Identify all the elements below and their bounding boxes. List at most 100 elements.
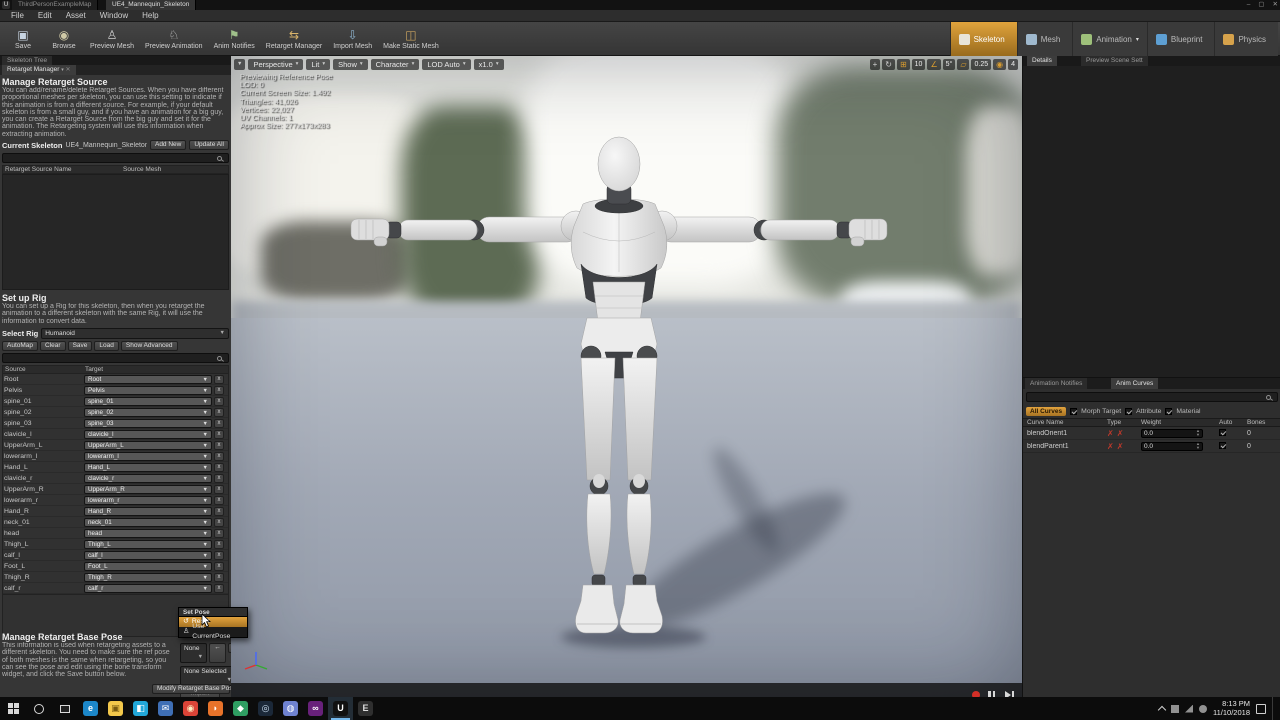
taskbar-app-button[interactable]: ∞ xyxy=(303,697,328,720)
translate-gizmo-icon[interactable]: + xyxy=(870,59,881,70)
bone-target-dropdown[interactable]: neck_01 ▼ xyxy=(84,518,212,527)
toolbar-button[interactable]: ⇆ Retarget Manager xyxy=(262,23,326,55)
viewport-dropdown-button[interactable]: LOD Auto ▾ xyxy=(422,59,470,70)
pose-back-button[interactable]: ← xyxy=(209,643,226,663)
rig-action-button[interactable]: AutoMap xyxy=(2,341,38,351)
morph-target-checkbox[interactable] xyxy=(1070,408,1077,415)
taskbar-app-button[interactable]: ✉ xyxy=(153,697,178,720)
menu-item[interactable]: Window xyxy=(93,10,135,22)
editor-mode-button[interactable]: Physics xyxy=(1214,22,1278,56)
battery-icon[interactable] xyxy=(1171,705,1179,713)
start-button[interactable] xyxy=(0,697,26,720)
clear-mapping-button[interactable]: x xyxy=(214,573,224,582)
tab-details[interactable]: Details xyxy=(1027,56,1057,66)
bone-target-dropdown[interactable]: Thigh_L ▼ xyxy=(84,540,212,549)
clear-mapping-button[interactable]: x xyxy=(214,529,224,538)
asset-tab-skeleton[interactable]: UE4_Mannequin_Skeleton xyxy=(106,0,196,10)
bone-target-dropdown[interactable]: spine_03 ▼ xyxy=(84,419,212,428)
bone-target-dropdown[interactable]: Thigh_R ▼ xyxy=(84,573,212,582)
clear-mapping-button[interactable]: x xyxy=(214,540,224,549)
curve-weight-input[interactable]: 0.0▲▼ xyxy=(1141,442,1203,451)
clear-mapping-button[interactable]: x xyxy=(214,441,224,450)
bone-target-dropdown[interactable]: calf_r ▼ xyxy=(84,584,212,593)
add-new-button[interactable]: Add New xyxy=(150,140,186,150)
taskbar-app-button[interactable]: e xyxy=(78,697,103,720)
toolbar-button[interactable]: ◉ Browse xyxy=(45,23,83,55)
tab-preview-scene-settings[interactable]: Preview Scene Sett xyxy=(1081,56,1148,66)
update-all-button[interactable]: Update All xyxy=(189,140,229,150)
task-view-button[interactable] xyxy=(52,697,78,720)
pose-dropdown[interactable]: None▼ xyxy=(180,643,207,663)
clear-mapping-button[interactable]: x xyxy=(214,452,224,461)
rotation-snap-icon[interactable]: ∠ xyxy=(927,59,940,70)
bone-target-dropdown[interactable]: head ▼ xyxy=(84,529,212,538)
viewport-dropdown-button[interactable]: x1.0 ▾ xyxy=(474,59,504,70)
tab-retarget-manager[interactable]: Retarget Manager ▾ ✕ xyxy=(2,65,76,75)
toolbar-button[interactable]: ▣ Save xyxy=(4,23,42,55)
taskbar-app-button[interactable]: ◆ xyxy=(228,697,253,720)
curve-row[interactable]: blendOrient1 ✗✗ 0.0▲▼ 0 xyxy=(1023,427,1280,440)
asset-tab-map[interactable]: ThirdPersonExampleMap xyxy=(12,0,98,10)
curve-weight-input[interactable]: 0.0▲▼ xyxy=(1141,429,1203,438)
viewport-dropdown-button[interactable]: Lit ▾ xyxy=(306,59,330,70)
retarget-source-search-input[interactable] xyxy=(2,153,229,163)
clear-mapping-button[interactable]: x xyxy=(214,518,224,527)
action-center-icon[interactable] xyxy=(1256,704,1266,714)
cortana-search-button[interactable] xyxy=(26,697,52,720)
clear-mapping-button[interactable]: x xyxy=(214,397,224,406)
curve-row[interactable]: blendParent1 ✗✗ 0.0▲▼ 0 xyxy=(1023,440,1280,453)
bone-target-dropdown[interactable]: UpperArm_L ▼ xyxy=(84,441,212,450)
taskbar-app-button[interactable]: ▣ xyxy=(103,697,128,720)
toolbar-button[interactable]: ◫ Make Static Mesh xyxy=(379,23,443,55)
network-icon[interactable] xyxy=(1185,705,1193,713)
bone-target-dropdown[interactable]: lowerarm_r ▼ xyxy=(84,496,212,505)
clear-mapping-button[interactable]: x xyxy=(214,419,224,428)
viewport-dropdown-button[interactable]: Character ▾ xyxy=(371,59,420,70)
auto-checkbox[interactable] xyxy=(1219,442,1226,449)
bone-target-dropdown[interactable]: clavicle_r ▼ xyxy=(84,474,212,483)
bone-target-dropdown[interactable]: spine_02 ▼ xyxy=(84,408,212,417)
taskbar-clock[interactable]: 8:13 PM 11/10/2018 xyxy=(1213,700,1250,717)
maximize-button[interactable]: ▢ xyxy=(1258,0,1264,10)
clear-mapping-button[interactable]: x xyxy=(214,463,224,472)
scale-snap-value[interactable]: 0.25 xyxy=(971,59,991,70)
toolbar-button[interactable]: ⚑ Anim Notifies xyxy=(210,23,259,55)
attribute-checkbox[interactable] xyxy=(1125,408,1132,415)
step-forward-button[interactable] xyxy=(1005,686,1014,697)
menu-item[interactable]: File xyxy=(4,10,31,22)
clear-mapping-button[interactable]: x xyxy=(214,584,224,593)
volume-icon[interactable] xyxy=(1199,705,1207,713)
auto-checkbox[interactable] xyxy=(1219,429,1226,436)
all-curves-filter-button[interactable]: All Curves xyxy=(1026,407,1066,416)
menu-item[interactable]: Edit xyxy=(31,10,59,22)
clear-mapping-button[interactable]: x xyxy=(214,496,224,505)
bone-target-dropdown[interactable]: calf_l ▼ xyxy=(84,551,212,560)
pause-button[interactable] xyxy=(988,686,997,697)
viewport-dropdown-button[interactable]: Perspective ▾ xyxy=(248,59,303,70)
grid-snap-value[interactable]: 10 xyxy=(912,59,926,70)
editor-mode-button[interactable]: Animation ▾ xyxy=(1072,22,1147,56)
3d-viewport[interactable]: ▼ Perspective ▾ Lit ▾ xyxy=(231,56,1022,697)
tab-animation-notifies[interactable]: Animation Notifies xyxy=(1025,378,1087,389)
rotation-snap-value[interactable]: 5° xyxy=(943,59,956,70)
tab-anim-curves[interactable]: Anim Curves xyxy=(1111,378,1158,389)
tab-close-icon[interactable]: ✕ xyxy=(66,67,71,73)
bone-target-dropdown[interactable]: Foot_L ▼ xyxy=(84,562,212,571)
select-rig-dropdown[interactable]: Humanoid▼ xyxy=(41,328,229,339)
clear-mapping-button[interactable]: x xyxy=(214,562,224,571)
retarget-source-list[interactable] xyxy=(2,174,229,290)
mesh-select-dropdown[interactable]: None Selected▼ xyxy=(180,666,231,686)
rig-action-button[interactable]: Save xyxy=(68,341,93,351)
rig-action-button[interactable]: Show Advanced xyxy=(121,341,178,351)
camera-speed-icon[interactable]: ◉ xyxy=(993,59,1006,70)
clear-mapping-button[interactable]: x xyxy=(214,551,224,560)
curves-search-input[interactable] xyxy=(1026,392,1278,402)
clear-mapping-button[interactable]: x xyxy=(214,408,224,417)
show-desktop-button[interactable] xyxy=(1272,697,1276,720)
taskbar-app-button[interactable]: ◧ xyxy=(128,697,153,720)
taskbar-app-button[interactable]: ◍ xyxy=(278,697,303,720)
taskbar-app-button[interactable]: ◗ xyxy=(203,697,228,720)
rig-action-button[interactable]: Load xyxy=(94,341,118,351)
clear-mapping-button[interactable]: x xyxy=(214,485,224,494)
bone-target-dropdown[interactable]: Pelvis ▼ xyxy=(84,386,212,395)
